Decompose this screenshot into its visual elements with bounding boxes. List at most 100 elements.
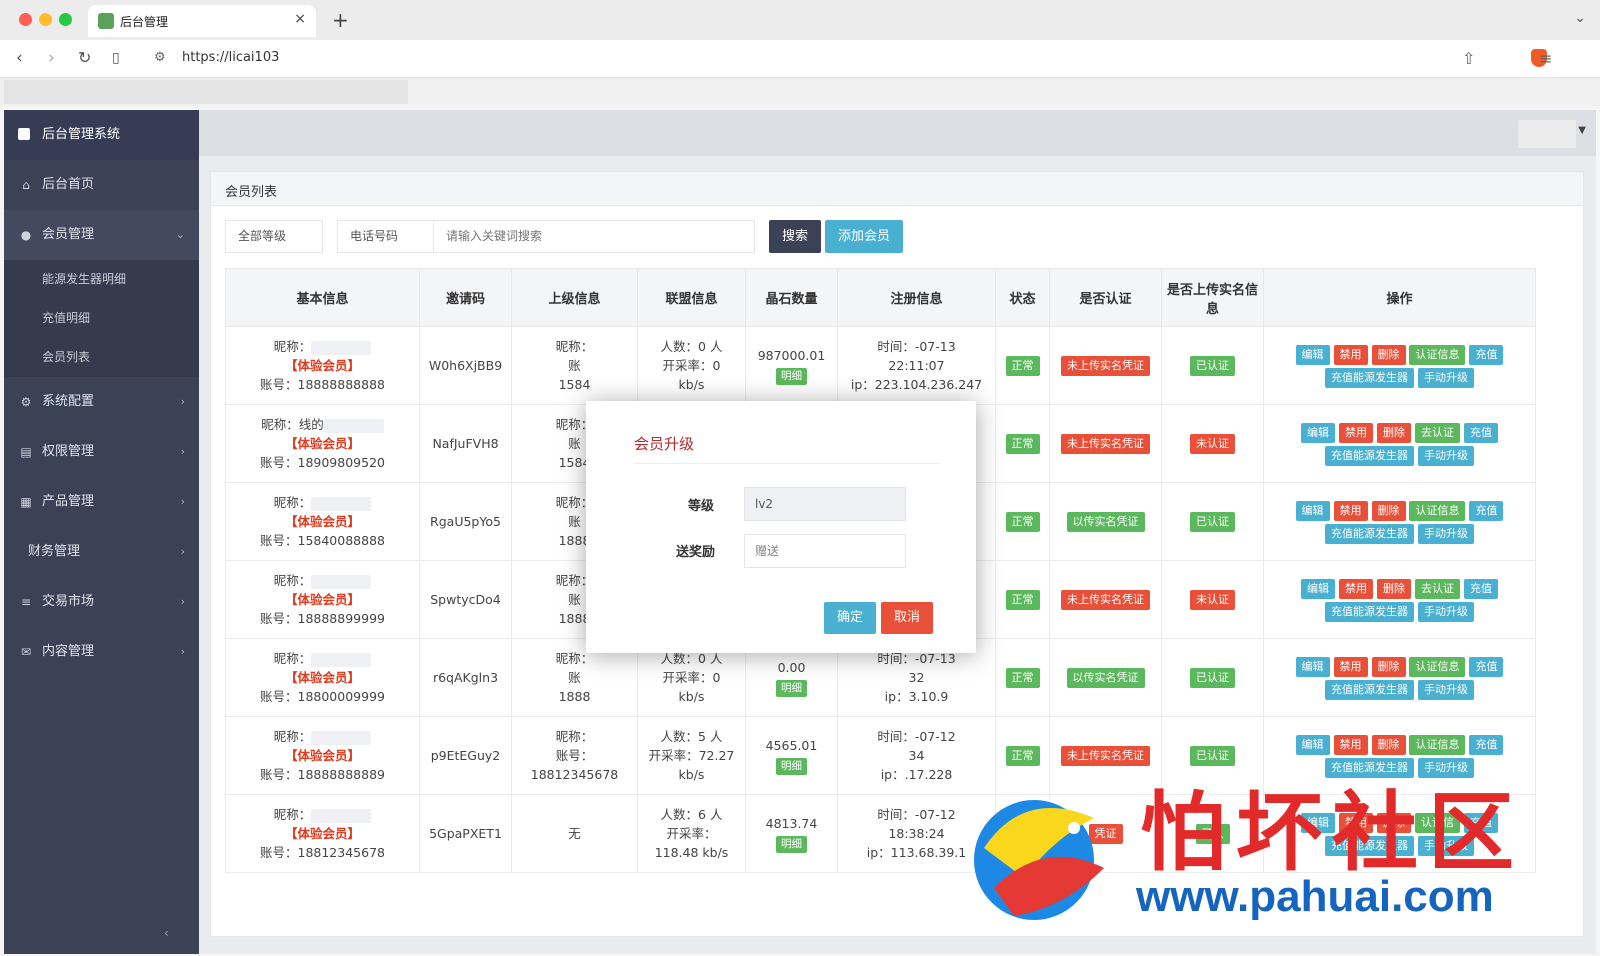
share-icon[interactable]: ⇧	[1462, 49, 1475, 68]
recharge-generator-button[interactable]: 充值能源发生器	[1325, 523, 1414, 544]
account-number: 账号：18909809520	[260, 455, 385, 470]
manual-upgrade-button[interactable]: 手动升级	[1417, 601, 1474, 622]
manual-upgrade-button[interactable]: 手动升级	[1417, 523, 1474, 544]
ban-button[interactable]: 禁用	[1333, 656, 1368, 677]
sidebar-item-market[interactable]: ≡ 交易市场 ›	[4, 577, 199, 627]
cert-info-button[interactable]: 认证信息	[1409, 344, 1466, 365]
delete-button[interactable]: 删除	[1377, 578, 1411, 599]
cert-info-button[interactable]: 认证信息	[1409, 500, 1466, 521]
parent-account: 18812345678	[530, 767, 619, 782]
ban-button[interactable]: 禁用	[1339, 578, 1374, 599]
watermark-text: 怕坏社区	[1140, 783, 1524, 883]
new-tab-button[interactable]: +	[332, 8, 349, 32]
manual-upgrade-button[interactable]: 手动升级	[1417, 445, 1474, 466]
edit-button[interactable]: 编辑	[1295, 734, 1330, 755]
column-header: 晶石数量	[745, 268, 838, 327]
delete-button[interactable]: 删除	[1377, 422, 1411, 443]
minimize-window-button[interactable]	[39, 13, 52, 26]
ban-button[interactable]: 禁用	[1333, 734, 1368, 755]
sidebar-brand[interactable]: 后台管理系统	[4, 110, 199, 160]
recharge-generator-button[interactable]: 充值能源发生器	[1325, 601, 1414, 622]
edit-button[interactable]: 编辑	[1295, 500, 1330, 521]
detail-button[interactable]: 明细	[776, 836, 807, 853]
search-input-box[interactable]	[433, 220, 755, 253]
user-menu[interactable]	[1518, 120, 1576, 148]
redacted-block	[311, 652, 372, 667]
sidebar: 后台管理系统 ⌂ 后台首页 ● 会员管理 ⌄ 能源发生器明细 充值明细 会员列表…	[4, 110, 199, 954]
sidebar-item-members[interactable]: ● 会员管理 ⌄	[4, 210, 199, 260]
collapse-sidebar-icon[interactable]: ‹	[164, 926, 169, 940]
search-input[interactable]	[446, 221, 754, 251]
vip-badge: 【体验会员】	[284, 826, 360, 841]
parent-account: 1584	[558, 377, 591, 392]
chevron-right-icon: ›	[180, 445, 185, 458]
ban-button[interactable]: 禁用	[1333, 344, 1368, 365]
edit-button[interactable]: 编辑	[1301, 578, 1336, 599]
edit-button[interactable]: 编辑	[1301, 422, 1336, 443]
redacted-block	[311, 574, 372, 589]
manual-upgrade-button[interactable]: 手动升级	[1417, 367, 1474, 388]
recharge-generator-button[interactable]: 充值能源发生器	[1325, 367, 1414, 388]
ban-button[interactable]: 禁用	[1339, 422, 1374, 443]
status-badge: 正常	[1005, 746, 1040, 766]
caret-down-icon[interactable]: ▼	[1578, 125, 1586, 136]
chevron-right-icon: ›	[180, 495, 185, 508]
sidebar-item-home[interactable]: ⌂ 后台首页	[4, 160, 199, 210]
alliance-unit: kb/s	[678, 689, 705, 704]
edit-button[interactable]: 编辑	[1295, 656, 1330, 677]
confirm-button[interactable]: 确定	[824, 602, 876, 634]
cancel-button[interactable]: 取消	[881, 602, 933, 634]
detail-button[interactable]: 明细	[776, 758, 807, 775]
recharge-generator-button[interactable]: 充值能源发生器	[1325, 445, 1414, 466]
cert-info-button[interactable]: 认证信息	[1409, 734, 1466, 755]
add-member-button[interactable]: 添加会员	[825, 220, 903, 253]
address-bar[interactable]: https://licai103	[182, 50, 279, 65]
recharge-button[interactable]: 充值	[1463, 422, 1498, 443]
sidebar-subitem-generator-detail[interactable]: 能源发生器明细	[4, 260, 199, 299]
recharge-button[interactable]: 充值	[1463, 578, 1498, 599]
manual-upgrade-button[interactable]: 手动升级	[1417, 679, 1474, 700]
cert-info-button[interactable]: 去认证	[1414, 578, 1460, 599]
forward-icon[interactable]: ›	[48, 48, 55, 68]
close-window-button[interactable]	[19, 13, 32, 26]
delete-button[interactable]: 删除	[1371, 500, 1406, 521]
recharge-generator-button[interactable]: 充值能源发生器	[1325, 679, 1414, 700]
sidebar-item-content[interactable]: ✉ 内容管理 ›	[4, 627, 199, 677]
field-select[interactable]: 电话号码	[337, 220, 435, 253]
recharge-button[interactable]: 充值	[1469, 734, 1504, 755]
maximize-window-button[interactable]	[59, 13, 72, 26]
redacted-block	[311, 730, 372, 745]
register-clock: 34	[908, 748, 925, 763]
level-select[interactable]: 全部等级	[225, 220, 323, 253]
site-settings-icon[interactable]: ⚙	[154, 50, 166, 65]
reward-field[interactable]: 赠送	[744, 534, 906, 568]
cert-info-button[interactable]: 去认证	[1414, 422, 1460, 443]
back-icon[interactable]: ‹	[16, 48, 23, 68]
tab-list-chevron-icon[interactable]: ⌄	[1574, 10, 1586, 26]
delete-button[interactable]: 删除	[1371, 656, 1406, 677]
detail-button[interactable]: 明细	[776, 680, 807, 697]
recharge-button[interactable]: 充值	[1469, 344, 1504, 365]
delete-button[interactable]: 删除	[1371, 734, 1406, 755]
sidebar-subitem-member-list[interactable]: 会员列表	[4, 338, 199, 377]
detail-button[interactable]: 明细	[776, 368, 807, 385]
ban-button[interactable]: 禁用	[1333, 500, 1368, 521]
recharge-button[interactable]: 充值	[1469, 656, 1504, 677]
level-field[interactable]: lv2	[744, 487, 906, 521]
reload-icon[interactable]: ↻	[78, 48, 91, 67]
sidebar-item-permissions[interactable]: ▤ 权限管理 ›	[4, 427, 199, 477]
redacted-block	[323, 418, 384, 433]
sidebar-item-system-config[interactable]: ⚙ 系统配置 ›	[4, 377, 199, 427]
sidebar-item-finance[interactable]: 财务管理 ›	[4, 527, 199, 577]
edit-button[interactable]: 编辑	[1295, 344, 1330, 365]
bookmark-icon[interactable]: ▯	[112, 50, 120, 66]
delete-button[interactable]: 删除	[1371, 344, 1406, 365]
search-button[interactable]: 搜索	[769, 220, 821, 253]
tab-close-icon[interactable]: ×	[294, 11, 306, 27]
cert-info-button[interactable]: 认证信息	[1409, 656, 1466, 677]
recharge-button[interactable]: 充值	[1469, 500, 1504, 521]
browser-tab[interactable]: 后台管理 ×	[88, 5, 316, 37]
sidebar-item-products[interactable]: ▦ 产品管理 ›	[4, 477, 199, 527]
browser-menu-icon[interactable]: ≡	[1539, 49, 1552, 68]
sidebar-subitem-recharge-detail[interactable]: 充值明细	[4, 299, 199, 338]
